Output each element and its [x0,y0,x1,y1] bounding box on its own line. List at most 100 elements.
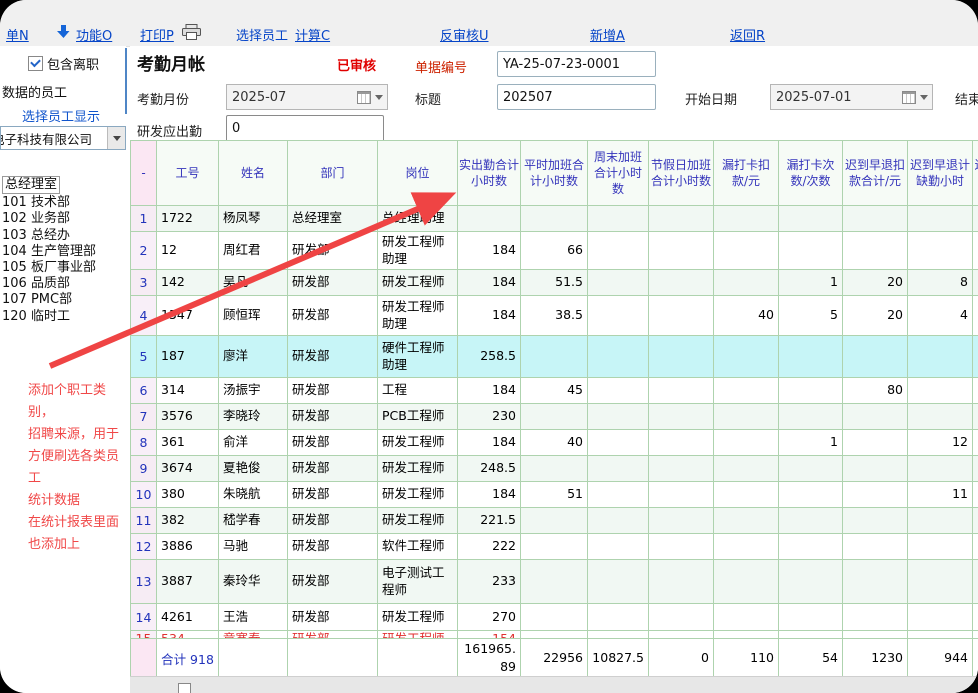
cell-holiday-ot[interactable] [649,378,714,404]
cell-missed-punch-count[interactable] [779,604,843,631]
cell-department[interactable]: 研发部 [288,404,378,430]
cell-name[interactable]: 章寒春 [219,631,288,639]
toolbar-item[interactable]: 新增A [590,25,625,44]
cell-name[interactable]: 周红君 [219,232,288,270]
cell-holiday-ot[interactable] [649,296,714,336]
cell-weekday-ot[interactable]: 66 [521,232,588,270]
department-item[interactable]: 102 业务部 [2,211,96,227]
cell-late-leave-fine[interactable]: 80 [843,378,908,404]
cell-department[interactable]: 研发部 [288,560,378,604]
column-header-holiday-ot[interactable]: 节假日加班合计小时数 [649,141,714,206]
start-date-input[interactable]: 2025-07-01 [770,84,933,110]
toolbar-item[interactable]: 计算C [295,25,330,44]
cell-late-leave-fine[interactable] [843,631,908,639]
table-row[interactable]: 11382嵇学春研发部研发工程师221.5 [131,508,978,534]
cell-position[interactable]: 研发工程师助理 [378,296,458,336]
cell-actual-hours[interactable]: 184 [458,296,521,336]
cell-missed-punch-fine[interactable] [714,232,779,270]
row-selector[interactable]: 14 [131,604,157,631]
cell-late-leave-hours[interactable] [908,631,973,639]
cell-emp-id[interactable]: 187 [157,336,219,378]
cell-emp-id[interactable]: 142 [157,270,219,296]
cell-department[interactable]: 研发部 [288,270,378,296]
column-header-department[interactable]: 部门 [288,141,378,206]
include-resigned-checkbox[interactable]: 包含离职 [28,54,99,73]
cell-weekday-ot[interactable] [521,206,588,232]
cell-overflow[interactable] [973,296,978,336]
cell-actual-hours[interactable]: 248.5 [458,456,521,482]
toolbar-item[interactable]: 单N [6,25,29,44]
cell-overflow[interactable] [973,336,978,378]
cell-position[interactable]: 研发工程师 [378,631,458,639]
cell-weekday-ot[interactable]: 38.5 [521,296,588,336]
cell-department[interactable]: 研发部 [288,232,378,270]
cell-position[interactable]: 研发工程师 [378,456,458,482]
cell-overflow[interactable] [973,534,978,560]
row-selector[interactable]: 7 [131,404,157,430]
table-row[interactable]: 123886马驰研发部软件工程师222 [131,534,978,560]
cell-missed-punch-count[interactable] [779,560,843,604]
cell-missed-punch-fine[interactable] [714,206,779,232]
cell-weekend-ot[interactable] [588,270,649,296]
cell-missed-punch-count[interactable] [779,482,843,508]
cell-weekday-ot[interactable] [521,508,588,534]
cell-weekend-ot[interactable] [588,296,649,336]
column-header-missed-punch-count[interactable]: 漏打卡次数/次数 [779,141,843,206]
cell-actual-hours[interactable]: 270 [458,604,521,631]
column-header-late-leave-hours[interactable]: 迟到早退计缺勤小时 [908,141,973,206]
cell-weekend-ot[interactable] [588,456,649,482]
cell-name[interactable]: 杨凤琴 [219,206,288,232]
cell-late-leave-hours[interactable] [908,560,973,604]
cell-missed-punch-fine[interactable] [714,456,779,482]
cell-name[interactable]: 秦玲华 [219,560,288,604]
cell-weekend-ot[interactable] [588,534,649,560]
cell-weekday-ot[interactable] [521,631,588,639]
cell-weekend-ot[interactable] [588,430,649,456]
cell-missed-punch-fine[interactable] [714,508,779,534]
department-item[interactable]: 120 临时工 [2,309,96,325]
department-item[interactable]: 101 技术部 [2,195,96,211]
cell-emp-id[interactable]: 314 [157,378,219,404]
table-row[interactable]: 41547顾恒珲研发部研发工程师助理18438.5405204 [131,296,978,336]
down-arrow-icon[interactable] [57,24,70,43]
cell-actual-hours[interactable]: 184 [458,482,521,508]
cell-name[interactable]: 马驰 [219,534,288,560]
row-selector[interactable]: 9 [131,456,157,482]
row-selector[interactable]: 13 [131,560,157,604]
cell-actual-hours[interactable]: 184 [458,378,521,404]
cell-position[interactable]: 工程 [378,378,458,404]
cell-weekend-ot[interactable] [588,631,649,639]
cell-holiday-ot[interactable] [649,232,714,270]
cell-missed-punch-count[interactable] [779,534,843,560]
cell-missed-punch-fine[interactable] [714,404,779,430]
cell-late-leave-hours[interactable]: 4 [908,296,973,336]
toolbar-item[interactable]: 返回R [730,25,765,44]
cell-actual-hours[interactable]: 258.5 [458,336,521,378]
table-row[interactable]: 73576李晓玲研发部PCB工程师230 [131,404,978,430]
cell-position[interactable]: 电子测试工程师 [378,560,458,604]
cell-name[interactable]: 夏艳俊 [219,456,288,482]
cell-weekend-ot[interactable] [588,508,649,534]
row-selector[interactable]: 2 [131,232,157,270]
row-selector[interactable]: 15 [131,631,157,639]
cell-department[interactable]: 研发部 [288,482,378,508]
cell-missed-punch-count[interactable]: 1 [779,270,843,296]
cell-weekday-ot[interactable] [521,604,588,631]
cell-overflow[interactable] [973,482,978,508]
cell-holiday-ot[interactable] [649,604,714,631]
table-row[interactable]: 144261王浩研发部研发工程师270 [131,604,978,631]
cell-weekend-ot[interactable] [588,232,649,270]
cell-position[interactable]: 总经理助理 [378,206,458,232]
column-header-missed-punch-fine[interactable]: 漏打卡扣款/元 [714,141,779,206]
row-selector[interactable]: 10 [131,482,157,508]
cell-name[interactable]: 嵇学春 [219,508,288,534]
cell-holiday-ot[interactable] [649,336,714,378]
cell-weekday-ot[interactable] [521,336,588,378]
column-header-selector[interactable]: - [131,141,157,206]
cell-late-leave-hours[interactable]: 12 [908,430,973,456]
cell-weekend-ot[interactable] [588,206,649,232]
cell-late-leave-fine[interactable] [843,560,908,604]
cell-department[interactable]: 总经理室 [288,206,378,232]
cell-department[interactable]: 研发部 [288,604,378,631]
cell-holiday-ot[interactable] [649,206,714,232]
